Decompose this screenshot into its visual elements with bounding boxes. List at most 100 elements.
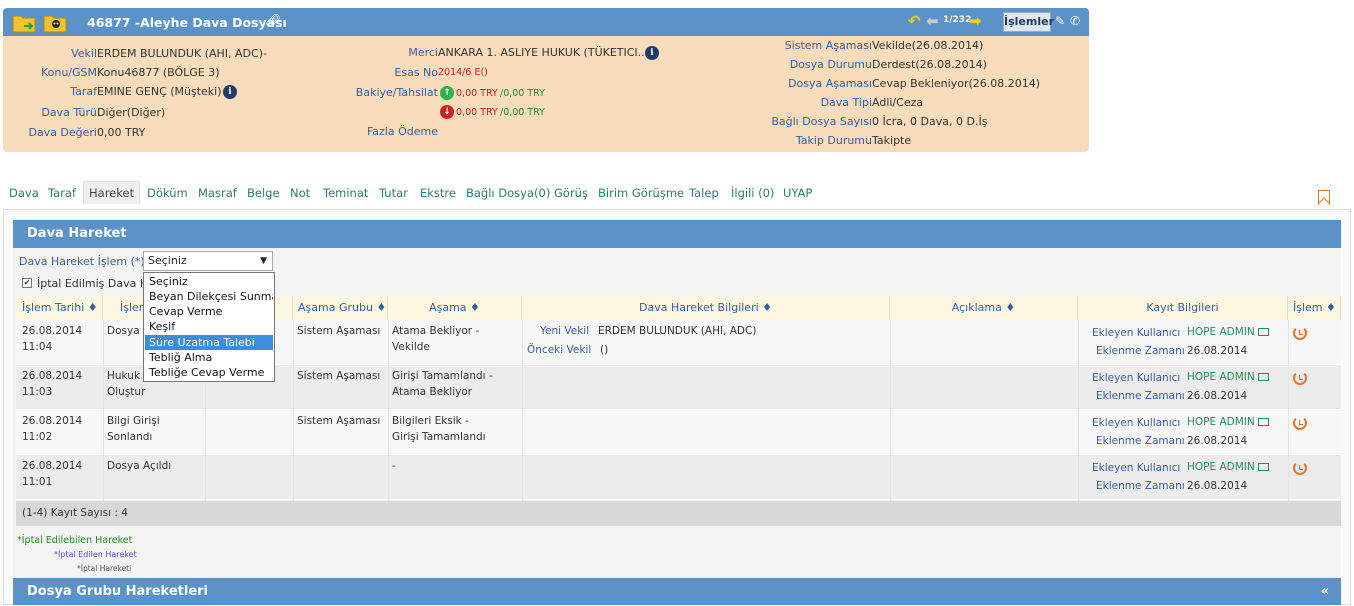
collapse-icon[interactable]: « <box>1321 578 1329 606</box>
dosya-asamasi-value: Cevap Bekleniyor(26.08.2014) <box>872 77 1041 90</box>
tab-uyap[interactable]: UYAP <box>783 186 812 200</box>
tab-gorus[interactable]: Görüş <box>554 186 588 200</box>
option-seciniz[interactable]: Seçiniz <box>145 274 273 289</box>
row2-grup: Sistem Aşaması <box>297 370 381 382</box>
pager: 1/232 <box>943 15 972 25</box>
merci-label: Merci <box>408 46 438 59</box>
vekil-value: ERDEM BULUNDUK (AHI, ADC)- <box>97 47 267 60</box>
tab-dava[interactable]: Dava <box>9 186 39 200</box>
next-arrow-icon[interactable]: ➡ <box>969 12 982 30</box>
tab-hareket[interactable]: Hareket <box>83 181 141 204</box>
th-islem-tarihi[interactable]: İşlem Tarihi ♦ <box>16 296 103 320</box>
restore-icon[interactable] <box>1293 416 1307 430</box>
dosya-durumu-value: Derdest(26.08.2014) <box>872 58 987 71</box>
row1-bilgi2-value: () <box>600 344 609 356</box>
bakiye-up-a: 0,00 TRY <box>456 88 498 99</box>
edit-icon[interactable]: ✎ <box>1055 14 1065 28</box>
konu-label: Konu/GSM <box>40 66 97 79</box>
record-count: (1-4) Kayıt Sayısı : 4 <box>16 501 1341 526</box>
esas-label: Esas No <box>394 66 438 79</box>
islemler-button[interactable]: İşlemler <box>1003 12 1054 32</box>
th-hareket-bilgileri[interactable]: Dava Hareket Bilgileri ♦ <box>522 296 890 320</box>
tab-not[interactable]: Not <box>290 186 310 200</box>
folder-skull-icon[interactable] <box>43 13 67 33</box>
dava-turu-value: Diğer(Diğer) <box>97 106 166 119</box>
folder-arrow-icon[interactable] <box>12 13 36 33</box>
bagli-dosya-value: 0 İcra, 0 Dava, 0 D.İş <box>872 115 988 128</box>
bakiye-down-b: /0,00 TRY <box>500 107 545 118</box>
dava-degeri-label: Dava Değeri <box>28 126 97 139</box>
option-sure-uzatma[interactable]: Süre Uzatma Talebi <box>145 335 273 350</box>
restore-icon[interactable] <box>1293 326 1307 340</box>
tab-ekstre[interactable]: Ekstre <box>420 186 456 200</box>
mail-icon[interactable] <box>1257 418 1269 426</box>
option-teblige-cevap[interactable]: Tebliğe Cevap Verme <box>145 365 273 380</box>
restore-icon[interactable] <box>1293 371 1307 385</box>
row1-asama1: Atama Bekliyor - <box>392 325 480 337</box>
tab-bagli-dosya[interactable]: Bağlı Dosya(0) <box>466 186 550 200</box>
row2-islem2: Oluştur <box>107 386 146 398</box>
bookmark-icon[interactable] <box>1318 190 1330 205</box>
taraf-info-icon[interactable]: i <box>223 85 237 99</box>
option-beyan-dilekcesi[interactable]: Beyan Dilekçesi Sunma <box>145 289 273 304</box>
row1-kayit-user[interactable]: HOPE ADMIN <box>1187 324 1269 340</box>
tab-masraf[interactable]: Masraf <box>198 186 237 200</box>
row1-date: 26.08.2014 <box>22 325 83 337</box>
tab-dokum[interactable]: Döküm <box>147 186 188 200</box>
row2-kayit-user[interactable]: HOPE ADMIN <box>1187 369 1269 385</box>
tab-teminat[interactable]: Teminat <box>323 186 368 200</box>
iptal-checkbox[interactable]: ✔ <box>22 278 32 288</box>
prev-arrow-icon[interactable]: ⬅ <box>926 12 939 30</box>
back-arrow-icon[interactable]: ↶ <box>908 12 921 30</box>
row4-islem: Dosya Açıldı <box>107 460 172 472</box>
caret-down-icon: ▼ <box>260 256 267 266</box>
tab-taraf[interactable]: Taraf <box>48 186 76 200</box>
bagli-dosya-label: Bağlı Dosya Sayısı <box>771 115 872 128</box>
option-kesif[interactable]: Keşif <box>145 319 273 334</box>
row4-kayit-user[interactable]: HOPE ADMIN <box>1187 459 1269 475</box>
tab-birim-gorusme[interactable]: Birim Görüşme <box>598 186 684 200</box>
mail-icon[interactable] <box>1257 373 1269 381</box>
dava-turu-label: Dava Türü <box>41 106 97 119</box>
row3-kayit-user[interactable]: HOPE ADMIN <box>1187 414 1269 430</box>
th-asama-grubu[interactable]: Aşama Grubu ♦ <box>293 296 388 320</box>
tab-ilgili[interactable]: İlgili (0) <box>731 186 774 200</box>
row4-zaman: 26.08.2014 <box>1187 480 1248 492</box>
row1-zaman-label: Eklenme Zamanı <box>1096 345 1185 357</box>
mail-icon[interactable] <box>1257 463 1269 471</box>
row3-asama2: Girişi Tamamlandı <box>392 431 486 443</box>
tab-tutar[interactable]: Tutar <box>379 186 408 200</box>
merci-info-icon[interactable]: i <box>645 46 659 60</box>
dava-tipi-value: Adli/Ceza <box>872 96 924 109</box>
islem-select-label: Dava Hareket İşlem (*) <box>19 255 145 268</box>
row3-zaman-label: Eklenme Zamanı <box>1096 435 1185 447</box>
row1-grup: Sistem Aşaması <box>297 325 381 337</box>
tab-belge[interactable]: Belge <box>247 186 280 200</box>
option-teblig-alma[interactable]: Tebliğ Alma <box>145 350 273 365</box>
restore-icon[interactable] <box>1293 461 1307 475</box>
row4-zaman-label: Eklenme Zamanı <box>1096 480 1185 492</box>
row2-zaman-label: Eklenme Zamanı <box>1096 390 1185 402</box>
row3-zaman: 26.08.2014 <box>1187 435 1248 447</box>
option-cevap-verme[interactable]: Cevap Verme <box>145 304 273 319</box>
tab-talep[interactable]: Talep <box>689 186 719 200</box>
phone-icon[interactable]: ✆ <box>1070 14 1080 28</box>
dosya-asamasi-label: Dosya Aşaması <box>788 77 872 90</box>
row2-time: 11:03 <box>22 386 53 398</box>
mail-icon[interactable] <box>1257 328 1269 336</box>
row1-time: 11:04 <box>22 341 53 353</box>
merci-value: ANKARA 1. ASLIYE HUKUK (TÜKETICI... <box>438 46 649 59</box>
th-asama[interactable]: Aşama ♦ <box>388 296 522 320</box>
th-islem-actions[interactable]: İşlem ♦ <box>1288 296 1341 320</box>
panel-dosya-grubu-label: Dosya Grubu Hareketleri <box>27 584 209 599</box>
islem-select[interactable]: Seçiniz ▼ <box>143 251 273 271</box>
bakiye-down-a: 0,00 TRY <box>456 107 498 118</box>
taraf-value: EMINE GENÇ (Müşteki) <box>97 85 222 98</box>
bakiye-label: Bakiye/Tahsilat <box>355 86 438 99</box>
row3-kayit-label: Ekleyen Kullanıcı <box>1092 417 1181 429</box>
up-arrow-icon: ↑ <box>440 86 454 100</box>
link-icon[interactable]: 🔗︎ <box>265 14 282 29</box>
row2-date: 26.08.2014 <box>22 370 83 382</box>
th-aciklama[interactable]: Açıklama ♦ <box>890 296 1078 320</box>
dava-degeri-value: 0,00 TRY <box>97 126 146 139</box>
